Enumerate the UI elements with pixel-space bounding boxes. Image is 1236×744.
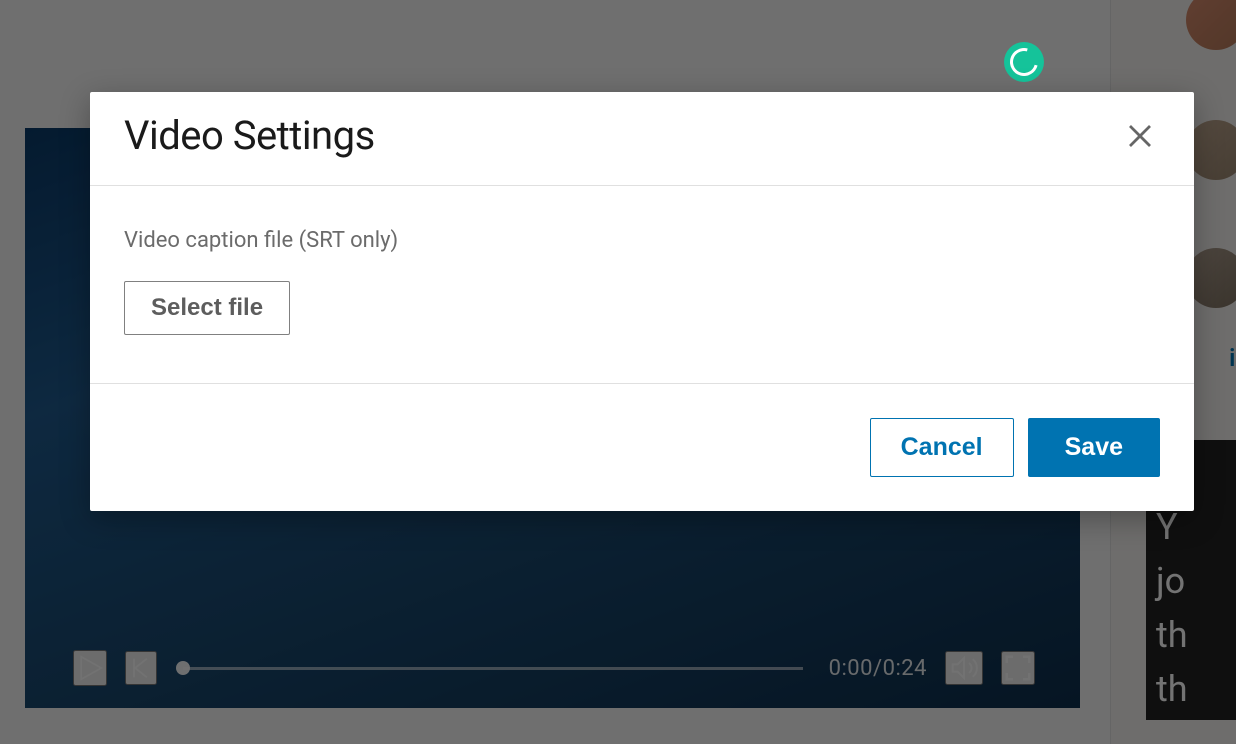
select-file-button[interactable]: Select file: [124, 281, 290, 335]
cancel-button[interactable]: Cancel: [870, 418, 1014, 477]
save-button[interactable]: Save: [1028, 418, 1160, 477]
modal-header: Video Settings: [90, 92, 1194, 186]
video-settings-modal: Video Settings Video caption file (SRT o…: [90, 92, 1194, 511]
modal-title: Video Settings: [124, 112, 375, 159]
modal-footer: Cancel Save: [90, 384, 1194, 511]
grammarly-icon[interactable]: [1004, 42, 1044, 82]
close-button[interactable]: [1120, 116, 1160, 156]
caption-file-label: Video caption file (SRT only): [124, 228, 1160, 253]
modal-body: Video caption file (SRT only) Select fil…: [90, 186, 1194, 384]
close-icon: [1125, 121, 1155, 151]
